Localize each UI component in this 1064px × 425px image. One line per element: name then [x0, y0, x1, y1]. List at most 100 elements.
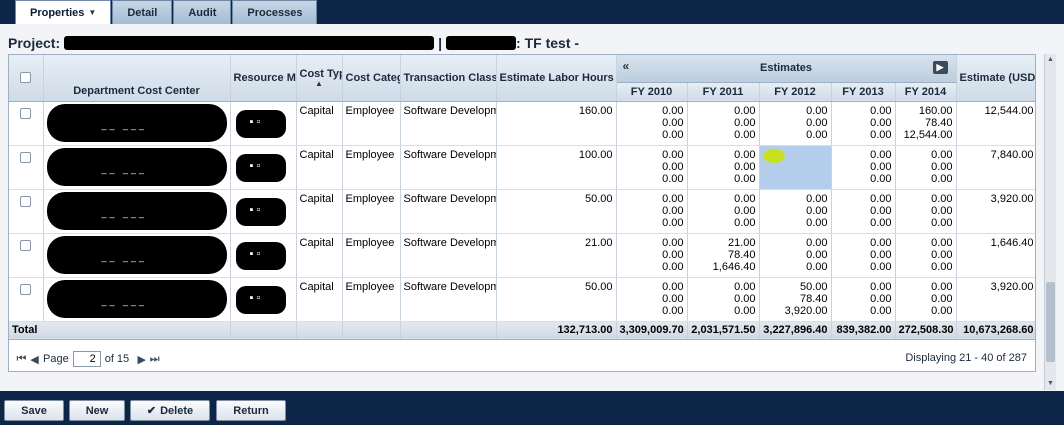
fy-cell[interactable]: 0.00 0.00 0.00	[831, 277, 896, 322]
labor-cell[interactable]: 160.00	[496, 101, 617, 146]
dept-header[interactable]: Department Cost Center	[43, 55, 231, 102]
row-checkbox[interactable]	[20, 196, 32, 208]
cost-type-header[interactable]: Cost Type▲	[296, 55, 343, 102]
fy-cell[interactable]: 0.00 0.00 0.00	[895, 277, 957, 322]
row-checkbox[interactable]	[20, 108, 32, 120]
table-row[interactable]: CapitalEmployeeSoftware Development Empl…	[9, 233, 1035, 278]
page-scrollbar[interactable]: ▲ ▼	[1044, 54, 1056, 390]
dept-cell[interactable]	[43, 145, 231, 190]
select-all-checkbox[interactable]	[20, 72, 32, 84]
double-chevron-left-icon[interactable]: «	[623, 60, 630, 72]
labor-cell[interactable]: 50.00	[496, 277, 617, 322]
cost-type-cell[interactable]: Capital	[296, 101, 343, 146]
fy-cell[interactable]: 50.00 78.40 3,920.00	[759, 277, 832, 322]
fy-cell[interactable]: 0.00 0.00 0.00	[895, 189, 957, 234]
tab-audit[interactable]: Audit	[173, 0, 232, 24]
row-checkbox[interactable]	[20, 284, 32, 296]
first-page-icon[interactable]: ⏮	[15, 353, 28, 366]
fy-cell[interactable]: 0.00 0.00 0.00	[687, 277, 760, 322]
estimate-usd-header[interactable]: Estimate (USD)	[956, 55, 1035, 102]
transaction-class-cell[interactable]: Software Development Employee	[400, 277, 497, 322]
fy-cell[interactable]: 0.00 0.00 0.00	[616, 277, 688, 322]
cost-type-cell[interactable]: Capital	[296, 277, 343, 322]
fy-2011-header[interactable]: FY 2011	[687, 82, 760, 102]
dept-cell[interactable]	[43, 277, 231, 322]
labor-cell[interactable]: 21.00	[496, 233, 617, 278]
cost-type-cell[interactable]: Capital	[296, 233, 343, 278]
cost-type-cell[interactable]: Capital	[296, 145, 343, 190]
chevron-right-icon[interactable]: ▶	[932, 61, 948, 74]
new-button[interactable]: New	[69, 400, 125, 421]
fy-cell[interactable]: 0.00 0.00 0.00	[831, 145, 896, 190]
fy-cell[interactable]: 0.00 0.00 0.00	[831, 233, 896, 278]
resource-manager-cell[interactable]	[230, 145, 297, 190]
fy-cell[interactable]: 0.00 0.00 0.00	[616, 233, 688, 278]
fy-cell[interactable]: 0.00 0.00 0.00	[616, 189, 688, 234]
fy-cell[interactable]: 0.00 0.00 0.00	[831, 189, 896, 234]
fy-cell[interactable]: 0.00 0.00 0.00	[616, 101, 688, 146]
dept-cell[interactable]	[43, 101, 231, 146]
fy-2014-header[interactable]: FY 2014	[895, 82, 957, 102]
resource-manager-cell[interactable]	[230, 233, 297, 278]
usd-cell[interactable]: 12,544.00	[956, 101, 1035, 146]
page-number-input[interactable]	[72, 351, 101, 367]
fy-cell[interactable]: 0.00 0.00 0.00	[895, 233, 957, 278]
labor-cell[interactable]: 50.00	[496, 189, 617, 234]
row-checkbox[interactable]	[20, 152, 32, 164]
table-row[interactable]: CapitalEmployeeSoftware Development Empl…	[9, 101, 1035, 146]
table-row[interactable]: CapitalEmployeeSoftware Development Empl…	[9, 277, 1035, 322]
usd-cell[interactable]: 1,646.40	[956, 233, 1035, 278]
scrollbar-thumb[interactable]	[1046, 282, 1055, 362]
chevron-down-icon[interactable]: ▼	[88, 1, 96, 25]
fy-cell[interactable]: 0.00 0.00 0.00	[616, 145, 688, 190]
fy-cell[interactable]: 0.00 0.00 0.00	[759, 189, 832, 234]
transaction-class-header[interactable]: Transaction Class	[400, 55, 497, 102]
fy-2013-header[interactable]: FY 2013	[831, 82, 896, 102]
cost-category-cell[interactable]: Employee	[342, 189, 401, 234]
fy-cell[interactable]: 0.00 0.00 0.00	[895, 145, 957, 190]
cost-category-header[interactable]: Cost Category	[342, 55, 401, 102]
fy-cell[interactable]: 0.00 0.00 0.00	[759, 233, 832, 278]
resource-manager-cell[interactable]	[230, 101, 297, 146]
usd-cell[interactable]: 7,840.00	[956, 145, 1035, 190]
fy-cell[interactable]: 0.00 0.00 0.00	[687, 189, 760, 234]
dept-cell[interactable]	[43, 189, 231, 234]
fy-cell[interactable]: 0.00 0.00 0.00	[687, 145, 760, 190]
transaction-class-cell[interactable]: Software Development Employee	[400, 145, 497, 190]
cost-type-cell[interactable]: Capital	[296, 189, 343, 234]
scroll-down-icon[interactable]: ▼	[1045, 378, 1056, 390]
labor-cell[interactable]: 100.00	[496, 145, 617, 190]
tab-processes[interactable]: Processes	[232, 0, 318, 24]
tab-properties[interactable]: Properties ▼	[15, 0, 112, 25]
cost-category-cell[interactable]: Employee	[342, 233, 401, 278]
resource-manager-cell[interactable]	[230, 277, 297, 322]
fy-cell[interactable]: 0.00 0.00 0.00	[687, 101, 760, 146]
next-page-icon[interactable]: ▶	[135, 353, 148, 366]
usd-cell[interactable]: 3,920.00	[956, 189, 1035, 234]
row-checkbox[interactable]	[20, 240, 32, 252]
fy-cell[interactable]: 21.00 78.40 1,646.40	[687, 233, 760, 278]
cost-category-cell[interactable]: Employee	[342, 277, 401, 322]
last-page-icon[interactable]: ⏭	[148, 353, 161, 366]
cost-category-cell[interactable]: Employee	[342, 101, 401, 146]
fy-cell[interactable]: 0.00 0.00 0.00	[759, 101, 832, 146]
estimate-labor-header[interactable]: Estimate Labor Hours / Non-Labor Dollars	[496, 55, 617, 102]
transaction-class-cell[interactable]: Software Development Employee	[400, 101, 497, 146]
tab-detail[interactable]: Detail	[112, 0, 173, 24]
resource-manager-header[interactable]: Resource Manager	[230, 55, 297, 102]
usd-cell[interactable]: 3,920.00	[956, 277, 1035, 322]
transaction-class-cell[interactable]: Software Development Employee	[400, 233, 497, 278]
fy-2010-header[interactable]: FY 2010	[616, 82, 688, 102]
table-row[interactable]: CapitalEmployeeSoftware Development Empl…	[9, 145, 1035, 190]
save-button[interactable]: Save	[4, 400, 64, 421]
transaction-class-cell[interactable]: Software Development Employee	[400, 189, 497, 234]
prev-page-icon[interactable]: ◀	[28, 353, 41, 366]
fy-cell[interactable]: 0.00 0.00 0.00	[831, 101, 896, 146]
fy-cell[interactable]: 160.00 78.40 12,544.00	[895, 101, 957, 146]
scroll-up-icon[interactable]: ▲	[1045, 54, 1056, 66]
delete-button[interactable]: ✔ Delete	[130, 400, 210, 421]
table-row[interactable]: CapitalEmployeeSoftware Development Empl…	[9, 189, 1035, 234]
return-button[interactable]: Return	[216, 400, 286, 421]
dept-cell[interactable]	[43, 233, 231, 278]
fy-2012-header[interactable]: FY 2012	[759, 82, 832, 102]
